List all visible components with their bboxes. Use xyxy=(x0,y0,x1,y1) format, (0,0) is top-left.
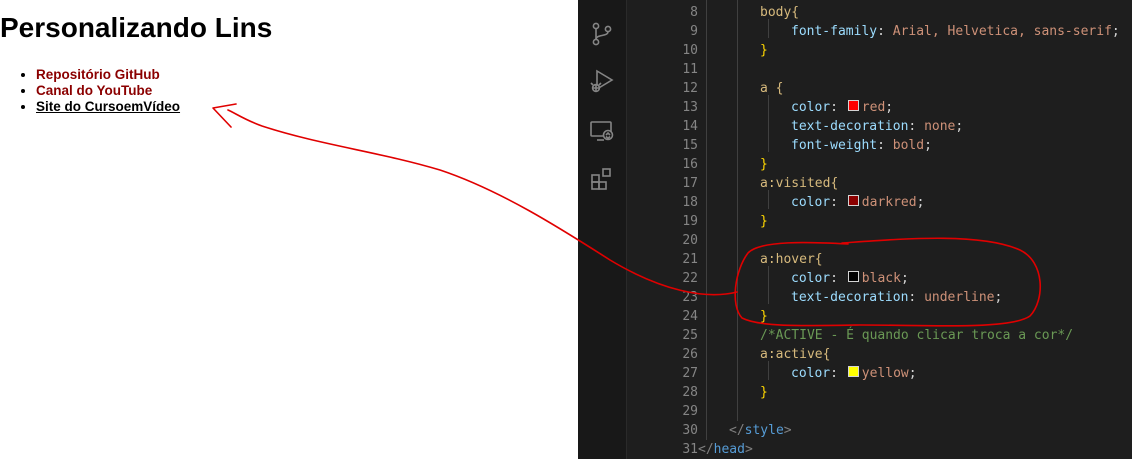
css-value: Arial, Helvetica, sans-serif xyxy=(892,24,1112,39)
css-value: underline xyxy=(924,290,995,305)
closing-brace: } xyxy=(760,214,768,229)
indent-guide xyxy=(706,0,707,440)
css-property: text-decoration xyxy=(791,119,909,134)
color-swatch[interactable] xyxy=(847,271,859,282)
line-number: 26 xyxy=(682,347,698,362)
css-selector: a:active{ xyxy=(760,347,831,362)
line-number: 30 xyxy=(682,423,698,438)
indent-guide xyxy=(768,266,769,304)
indent-guide xyxy=(768,95,769,152)
link-github[interactable]: Repositório GitHub xyxy=(36,67,160,82)
page-title: Personalizando Lins xyxy=(0,12,273,43)
css-selector: a:visited{ xyxy=(760,176,839,191)
css-property: font-family xyxy=(791,24,878,39)
color-swatch[interactable] xyxy=(847,100,859,111)
line-number: 10 xyxy=(682,43,698,58)
browser-preview: Personalizando Lins Repositório GitHub C… xyxy=(0,0,578,459)
line-number: 31 xyxy=(682,442,698,457)
css-property: font-weight xyxy=(791,138,878,153)
code-line-24: } xyxy=(760,307,768,326)
code-line-31: </head> xyxy=(698,442,753,457)
code-line-18: color: darkred; xyxy=(791,195,925,210)
line-number: 16 xyxy=(682,157,698,172)
list-item: Repositório GitHub xyxy=(36,67,180,83)
closing-brace: } xyxy=(760,309,768,324)
code-line-26: a:active{ xyxy=(760,345,830,364)
link-youtube[interactable]: Canal do YouTube xyxy=(36,83,152,98)
css-property: text-decoration xyxy=(791,290,909,305)
css-comment: /*ACTIVE - É quando clicar troca a cor*/ xyxy=(760,328,1074,343)
code-line-9: font-family: Arial, Helvetica, sans-seri… xyxy=(791,24,1120,39)
activity-bar xyxy=(578,0,627,459)
code-line-8: body{ xyxy=(760,3,799,22)
css-value: red xyxy=(861,100,886,115)
css-selector: a:hover{ xyxy=(760,252,823,267)
list-item: Canal do YouTube xyxy=(36,83,180,99)
code-line-16: } xyxy=(760,155,768,174)
line-number: 27 xyxy=(682,366,698,381)
run-debug-icon[interactable] xyxy=(588,67,616,95)
line-number: 15 xyxy=(682,138,698,153)
line-number: 25 xyxy=(682,328,698,343)
code-line-14: text-decoration: none; xyxy=(791,119,964,134)
source-control-icon[interactable] xyxy=(588,20,616,48)
line-number: 23 xyxy=(682,290,698,305)
code-editor: 8 9 10 11 12 13 14 15 16 17 18 19 20 21 … xyxy=(578,0,1132,459)
code-line-17: a:visited{ xyxy=(760,174,838,193)
css-value: black xyxy=(861,271,901,286)
closing-brace: } xyxy=(760,43,768,58)
code-line-10: } xyxy=(760,41,768,60)
code-line-25: /*ACTIVE - É quando clicar troca a cor*/ xyxy=(760,326,1073,345)
line-number: 21 xyxy=(682,252,698,267)
line-number: 8 xyxy=(690,5,698,20)
code-line-30: </style> xyxy=(729,423,792,438)
code-line-13: color: red; xyxy=(791,100,894,115)
code-line-15: font-weight: bold; xyxy=(791,138,932,153)
line-number: 12 xyxy=(682,81,698,96)
css-value: bold xyxy=(892,138,925,153)
extensions-icon[interactable] xyxy=(588,165,616,193)
line-number: 20 xyxy=(682,233,698,248)
line-number: 13 xyxy=(682,100,698,115)
closing-brace: } xyxy=(760,385,768,400)
closing-brace: } xyxy=(760,157,768,172)
css-selector: body{ xyxy=(760,5,800,20)
list-item: Site do CursoemVídeo xyxy=(36,99,180,115)
css-property: color xyxy=(791,100,831,115)
html-tag: style xyxy=(744,423,784,438)
line-number: 18 xyxy=(682,195,698,210)
line-number: 29 xyxy=(682,404,698,419)
line-number: 24 xyxy=(682,309,698,324)
links-list: Repositório GitHub Canal do YouTube Site… xyxy=(0,67,180,115)
css-value: none xyxy=(924,119,956,134)
line-number: 17 xyxy=(682,176,698,191)
css-value: darkred xyxy=(861,195,917,210)
color-swatch[interactable] xyxy=(847,366,859,377)
css-property: color xyxy=(791,195,831,210)
code-line-28: } xyxy=(760,383,768,402)
line-number: 11 xyxy=(682,62,698,77)
link-cursoemvideo[interactable]: Site do CursoemVídeo xyxy=(36,99,180,114)
code-line-12: a { xyxy=(760,79,783,98)
css-selector: a { xyxy=(760,81,784,96)
code-line-27: color: yellow; xyxy=(791,366,917,381)
color-swatch[interactable] xyxy=(847,195,859,206)
code-line-22: color: black; xyxy=(791,271,909,286)
html-tag: head xyxy=(713,442,745,457)
remote-explorer-icon[interactable] xyxy=(588,117,616,145)
code-area[interactable]: body{ font-family: Arial, Helvetica, san… xyxy=(698,0,1132,459)
line-number: 14 xyxy=(682,119,698,134)
line-number: 19 xyxy=(682,214,698,229)
code-line-19: } xyxy=(760,212,768,231)
indent-guide xyxy=(737,0,738,421)
css-property: color xyxy=(791,366,831,381)
code-line-23: text-decoration: underline; xyxy=(791,290,1003,305)
css-value: yellow xyxy=(861,366,909,381)
code-line-21: a:hover{ xyxy=(760,250,823,269)
line-number: 22 xyxy=(682,271,698,286)
css-property: color xyxy=(791,271,831,286)
line-number: 9 xyxy=(690,24,698,39)
line-number: 28 xyxy=(682,385,698,400)
line-number-gutter: 8 9 10 11 12 13 14 15 16 17 18 19 20 21 … xyxy=(626,0,698,459)
